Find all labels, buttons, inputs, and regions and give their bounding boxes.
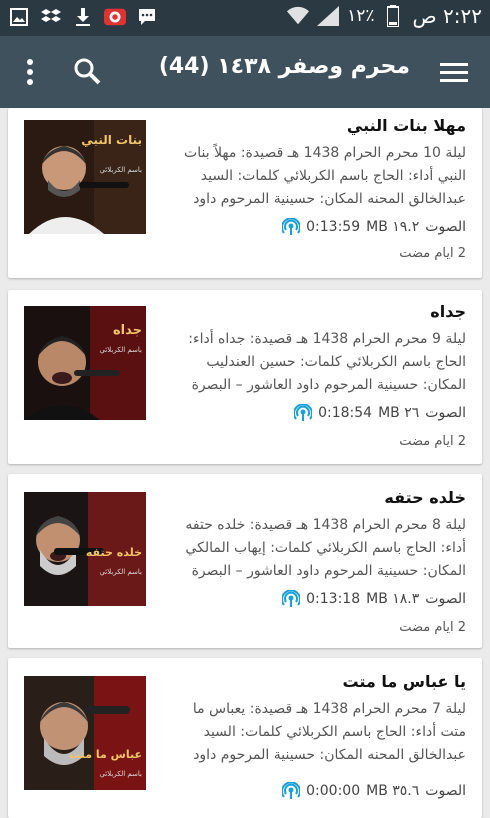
list-item[interactable]: خلده حتفه باسم الكربلائي خلده حتفه ليلة …: [8, 474, 482, 648]
file-size: ٣٥.٦ MB: [366, 783, 420, 799]
file-size: ١٩.٢ MB: [366, 219, 420, 235]
podcast-icon: [281, 781, 302, 800]
wifi-icon: [287, 5, 310, 27]
svg-text:باسم الكربلائي: باسم الكربلائي: [99, 346, 142, 354]
clock: ٢:٢٢ ص: [412, 4, 482, 28]
file-size: ٢٦ MB: [378, 405, 420, 421]
battery-percent: ١٢٪: [347, 6, 375, 26]
app-bar: محرم وصفر ١٤٣٨ (44): [0, 36, 490, 108]
item-description: ليلة 7 محرم الحرام 1438 هـ قصيدة: يعباس …: [192, 701, 466, 763]
item-title: مهلا بنات النبي: [346, 116, 466, 135]
list-item[interactable]: بنات النبي باسم الكربلائي مهلا بنات النب…: [8, 108, 482, 278]
status-bar: ١٢٪ ٢:٢٢ ص: [0, 0, 490, 36]
notification-icons: [8, 6, 158, 28]
media-type-label: الصوت: [425, 405, 466, 421]
item-meta: الصوت ٢٦ MB 0:18:54: [166, 403, 466, 422]
album-art-image: عباس ما متت باسم الكربلائي: [24, 676, 146, 790]
item-meta: الصوت ٣٥.٦ MB 0:00:00: [166, 781, 466, 800]
album-art-image: خلده حتفه باسم الكربلائي: [24, 492, 146, 606]
item-meta: الصوت ١٩.٢ MB 0:13:59: [166, 217, 466, 236]
album-art-image: بنات النبي باسم الكربلائي: [24, 120, 146, 234]
list-item[interactable]: جداه باسم الكربلائي جداه ليلة 9 محرم الح…: [8, 290, 482, 464]
svg-text:بنات النبي: بنات النبي: [81, 133, 142, 147]
item-title: يا عباس ما متت: [342, 672, 466, 691]
search-icon[interactable]: [72, 56, 102, 86]
duration: 0:13:18: [306, 591, 361, 607]
item-description: ليلة 8 محرم الحرام 1438 هـ قصيدة: خلده ح…: [185, 517, 466, 579]
rss-app-icon: [104, 6, 126, 28]
svg-text:باسم الكربلائي: باسم الكربلائي: [99, 770, 142, 778]
media-type-label: الصوت: [425, 219, 466, 235]
battery-icon: [382, 5, 404, 27]
item-age: 2 ايام مضت: [399, 246, 466, 261]
duration: 0:00:00: [306, 783, 361, 799]
media-type-label: الصوت: [425, 783, 466, 799]
gallery-icon: [8, 6, 30, 28]
item-age: 2 ايام مضت: [399, 620, 466, 635]
item-age: 2 ايام مضت: [399, 434, 466, 449]
signal-icon: [317, 5, 340, 27]
svg-text:خلده حتفه: خلده حتفه: [86, 546, 142, 559]
system-status: ١٢٪ ٢:٢٢ ص: [287, 4, 482, 28]
podcast-icon: [281, 217, 302, 236]
podcast-icon: [293, 403, 314, 422]
list-item[interactable]: عباس ما متت باسم الكربلائي يا عباس ما مت…: [8, 658, 482, 818]
media-type-label: الصوت: [425, 591, 466, 607]
svg-text:جداه: جداه: [113, 323, 142, 338]
item-description: ليلة 9 محرم الحرام 1438 هـ قصيدة: جداه أ…: [188, 331, 466, 393]
item-description: ليلة 10 محرم الحرام 1438 هـ قصيدة: مهلاً…: [184, 145, 466, 207]
chat-icon: [136, 6, 158, 28]
item-title: جداه: [430, 302, 466, 321]
download-icon: [72, 6, 94, 28]
podcast-icon: [281, 589, 302, 608]
duration: 0:18:54: [318, 405, 373, 421]
svg-text:عباس ما متت: عباس ما متت: [69, 748, 142, 761]
hamburger-menu-icon[interactable]: [440, 58, 468, 86]
dropbox-icon: [40, 6, 62, 28]
page-title: محرم وصفر ١٤٣٨ (44): [158, 54, 410, 79]
item-meta: الصوت ١٨.٣ MB 0:13:18: [166, 589, 466, 608]
item-title: خلده حتفه: [384, 488, 466, 507]
more-options-icon[interactable]: [20, 58, 40, 86]
duration: 0:13:59: [306, 219, 361, 235]
album-art-image: جداه باسم الكربلائي: [24, 306, 146, 420]
svg-text:باسم الكربلائي: باسم الكربلائي: [99, 166, 142, 174]
svg-text:باسم الكربلائي: باسم الكربلائي: [99, 568, 142, 576]
file-size: ١٨.٣ MB: [366, 591, 420, 607]
